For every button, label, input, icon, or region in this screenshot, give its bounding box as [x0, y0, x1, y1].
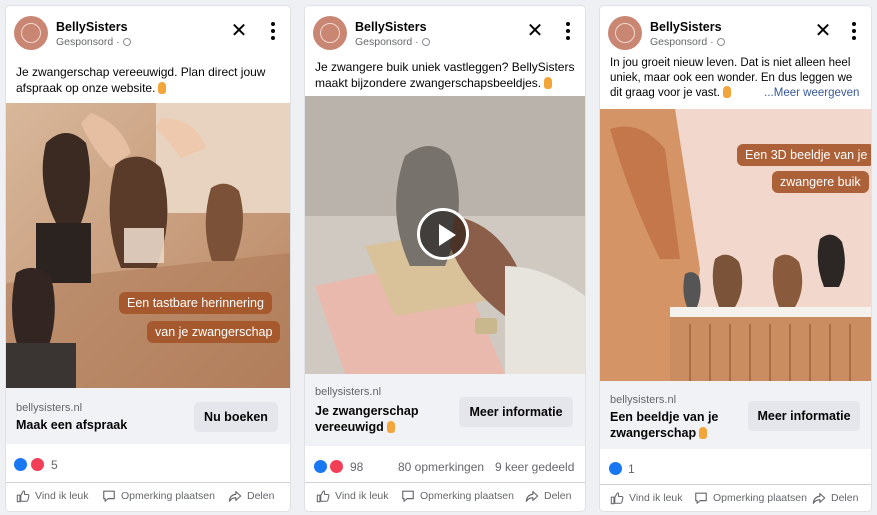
- like-button[interactable]: Vind ik leuk: [610, 491, 683, 505]
- post-caption: Je zwangerschap vereeuwigd. Plan direct …: [16, 65, 266, 95]
- ad-image[interactable]: Een tastbare herinnering van je zwangers…: [6, 103, 290, 388]
- thumbs-up-icon: [316, 489, 330, 503]
- sponsored-label: Gesponsord ·: [650, 36, 725, 48]
- book-now-button[interactable]: Nu boeken: [194, 402, 278, 432]
- globe-icon: [716, 38, 725, 46]
- like-reaction-icon: [609, 462, 622, 475]
- pregnant-emoji-icon: [544, 77, 553, 89]
- avatar[interactable]: [608, 16, 642, 50]
- globe-icon: [122, 38, 131, 46]
- comment-button[interactable]: Opmerking plaatsen: [102, 489, 215, 503]
- ad-video[interactable]: [305, 96, 585, 374]
- link-title: Een beeldje van je zwangerschap: [610, 410, 719, 440]
- post-caption: Je zwangere buik uniek vastleggen? Belly…: [315, 60, 575, 90]
- overlay-text: Een 3D beeldje van je: [737, 144, 871, 166]
- share-icon: [525, 489, 539, 503]
- thumbs-up-icon: [610, 491, 624, 505]
- share-icon: [812, 491, 826, 505]
- close-icon[interactable]: ✕: [230, 21, 248, 41]
- like-reaction-icon: [314, 460, 327, 473]
- love-reaction-icon: [330, 460, 343, 473]
- page-name[interactable]: BellySisters: [650, 20, 722, 34]
- action-bar: Vind ik leuk Opmerking plaatsen Delen: [600, 484, 871, 511]
- action-bar: Vind ik leuk Opmerking plaatsen Delen: [6, 482, 290, 509]
- comment-button[interactable]: Opmerking plaatsen: [694, 491, 807, 505]
- sponsored-label: Gesponsord ·: [56, 36, 131, 48]
- more-options-icon[interactable]: [849, 20, 859, 42]
- close-icon[interactable]: ✕: [526, 21, 544, 41]
- page-name[interactable]: BellySisters: [56, 20, 128, 34]
- link-domain: bellysisters.nl: [16, 402, 83, 414]
- like-button[interactable]: Vind ik leuk: [316, 489, 389, 503]
- post-header: BellySisters Gesponsord · ✕: [6, 6, 290, 56]
- reaction-count[interactable]: 98: [350, 460, 363, 474]
- thumbs-up-icon: [16, 489, 30, 503]
- pregnant-emoji-icon: [699, 427, 708, 439]
- see-more-link[interactable]: ...Meer weergeven: [764, 87, 859, 99]
- share-button[interactable]: Delen: [525, 489, 571, 503]
- comment-icon: [401, 489, 415, 503]
- sponsored-label: Gesponsord ·: [355, 36, 430, 48]
- reaction-count[interactable]: 1: [628, 462, 635, 476]
- overlay-text: van je zwangerschap: [147, 321, 281, 343]
- link-preview[interactable]: bellysisters.nl Een beeldje van je zwang…: [600, 381, 871, 449]
- close-icon[interactable]: ✕: [814, 21, 832, 41]
- reaction-bar: 5: [6, 452, 290, 476]
- link-preview[interactable]: bellysisters.nl Je zwangerschap vereeuwi…: [305, 374, 585, 446]
- reaction-bar: 98 80 opmerkingen 9 keer gedeeld: [305, 454, 585, 478]
- post-caption: In jou groeit nieuw leven. Dat is niet a…: [610, 57, 860, 99]
- pregnant-emoji-icon: [386, 421, 395, 433]
- link-preview[interactable]: bellysisters.nl Maak een afspraak Nu boe…: [6, 388, 290, 444]
- more-info-button[interactable]: Meer informatie: [459, 397, 573, 427]
- reaction-bar: 1: [600, 456, 871, 480]
- play-button[interactable]: [417, 208, 469, 260]
- more-info-button[interactable]: Meer informatie: [748, 401, 860, 431]
- share-count[interactable]: 9 keer gedeeld: [495, 460, 574, 474]
- reaction-count[interactable]: 5: [51, 458, 58, 472]
- share-icon: [228, 489, 242, 503]
- page-name[interactable]: BellySisters: [355, 20, 427, 34]
- comment-icon: [694, 491, 708, 505]
- globe-icon: [421, 38, 430, 46]
- post-header: BellySisters Gesponsord · ✕: [600, 6, 871, 56]
- overlay-text: zwangere buik: [772, 171, 869, 193]
- ad-card-3: BellySisters Gesponsord · ✕ In jou groei…: [600, 6, 871, 511]
- avatar[interactable]: [313, 16, 347, 50]
- overlay-text: Een tastbare herinnering: [119, 292, 272, 314]
- link-domain: bellysisters.nl: [610, 394, 677, 406]
- statues-photo: [6, 103, 290, 388]
- ad-card-1: BellySisters Gesponsord · ✕ Je zwangersc…: [6, 6, 290, 511]
- pregnant-emoji-icon: [158, 82, 167, 94]
- link-title: Maak een afspraak: [16, 418, 128, 432]
- share-button[interactable]: Delen: [812, 491, 858, 505]
- more-options-icon[interactable]: [563, 20, 573, 42]
- comment-icon: [102, 489, 116, 503]
- pregnant-emoji-icon: [722, 86, 731, 98]
- love-reaction-icon: [31, 458, 44, 471]
- post-header: BellySisters Gesponsord · ✕: [305, 6, 585, 56]
- more-options-icon[interactable]: [268, 20, 278, 42]
- like-reaction-icon: [14, 458, 27, 471]
- avatar[interactable]: [14, 16, 48, 50]
- like-button[interactable]: Vind ik leuk: [16, 489, 89, 503]
- share-button[interactable]: Delen: [228, 489, 274, 503]
- comment-count[interactable]: 80 opmerkingen: [398, 460, 484, 474]
- action-bar: Vind ik leuk Opmerking plaatsen Delen: [305, 482, 585, 509]
- comment-button[interactable]: Opmerking plaatsen: [401, 489, 514, 503]
- ad-image[interactable]: Een 3D beeldje van je zwangere buik: [600, 109, 871, 381]
- ad-card-2: BellySisters Gesponsord · ✕ Je zwangere …: [305, 6, 585, 511]
- link-domain: bellysisters.nl: [315, 386, 382, 398]
- link-title: Je zwangerschap vereeuwigd: [315, 404, 419, 434]
